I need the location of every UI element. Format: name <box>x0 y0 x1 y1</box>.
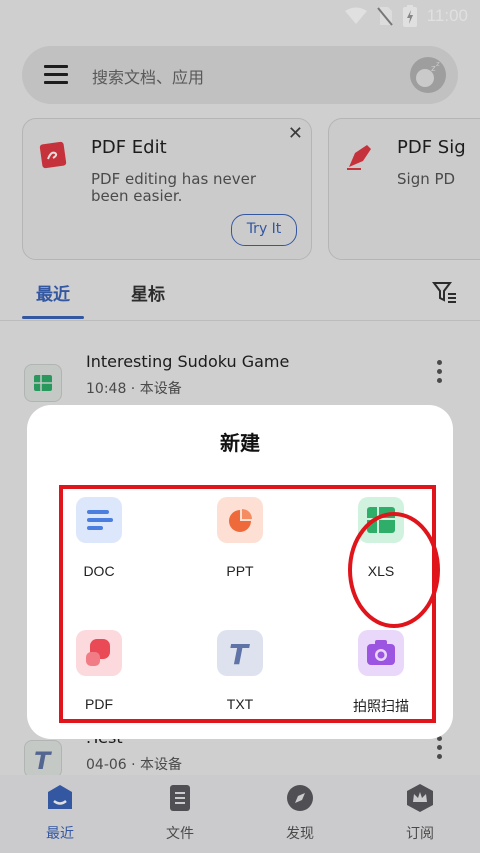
new-item-label: 拍照扫描 <box>353 698 409 714</box>
new-item-label: DOC <box>83 563 115 579</box>
new-ppt-button[interactable]: PPT <box>190 497 290 579</box>
new-pdf-button[interactable]: PDF <box>49 630 149 712</box>
dialog-title: 新建 <box>220 431 260 455</box>
camera-scan-button[interactable]: 拍照扫描 <box>331 630 431 716</box>
new-doc-button[interactable]: DOC <box>49 497 149 579</box>
new-item-label: PPT <box>226 563 254 579</box>
new-item-label: TXT <box>226 696 254 712</box>
highlight-ellipse <box>348 512 440 628</box>
svg-text:T: T <box>229 638 250 671</box>
pdf-icon <box>76 630 122 676</box>
txt-icon: T <box>217 630 263 676</box>
new-item-label: PDF <box>85 696 113 712</box>
doc-icon <box>76 497 122 543</box>
camera-icon <box>358 630 404 676</box>
new-txt-button[interactable]: T TXT <box>190 630 290 712</box>
ppt-icon <box>217 497 263 543</box>
